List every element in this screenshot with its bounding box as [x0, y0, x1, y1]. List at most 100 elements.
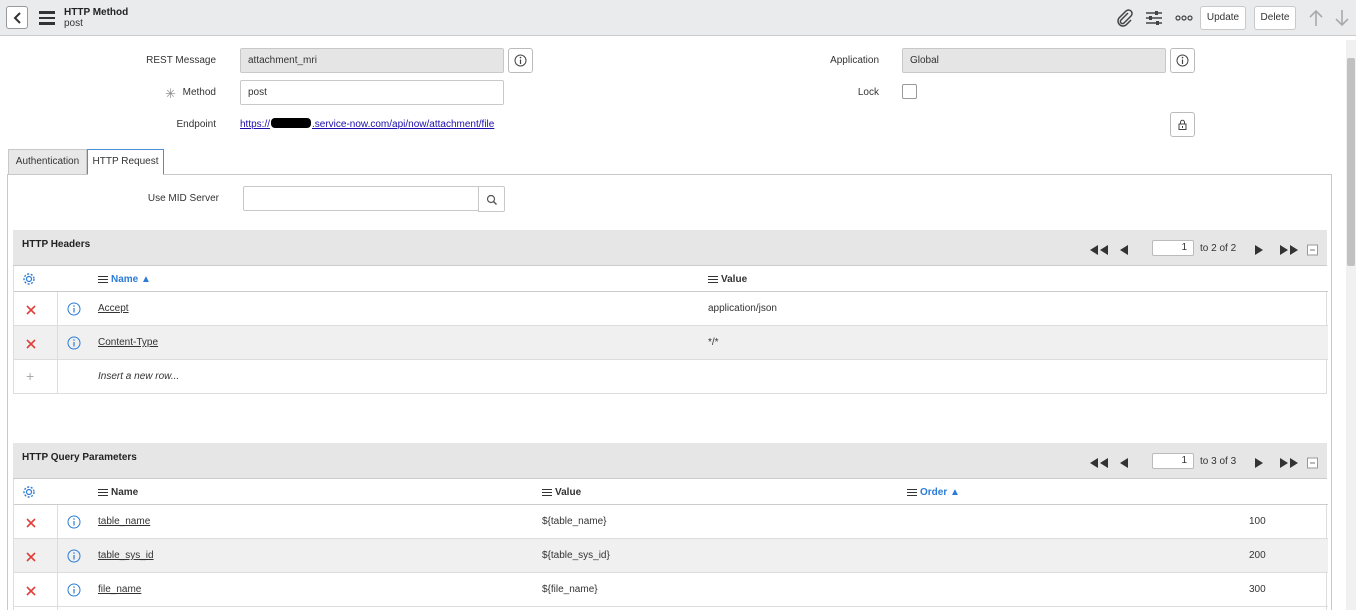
column-header-name[interactable]: Name: [98, 487, 138, 498]
section-title: HTTP Headers: [22, 239, 91, 250]
next-page-icon[interactable]: [1254, 243, 1264, 257]
mid-server-lookup-button[interactable]: [478, 186, 505, 212]
more-options-icon[interactable]: [1175, 15, 1193, 21]
lock-button[interactable]: [1170, 112, 1195, 137]
delete-row-icon[interactable]: [26, 339, 36, 349]
prev-page-icon[interactable]: [1119, 456, 1129, 470]
column-divider: [57, 292, 58, 393]
header-value[interactable]: */*: [708, 337, 719, 348]
table-row: file_name ${file_name} 300: [14, 573, 1328, 607]
column-menu-icon: [708, 274, 718, 285]
gear-icon[interactable]: [22, 272, 36, 286]
arrow-up-icon[interactable]: [1308, 9, 1324, 27]
last-page-icon[interactable]: [1279, 456, 1299, 470]
lock-label: Lock: [857, 87, 879, 98]
chevron-left-icon: [13, 12, 21, 24]
insert-row-text[interactable]: Insert a new row...: [98, 371, 179, 382]
lock-checkbox[interactable]: [902, 84, 917, 99]
page-input[interactable]: 1: [1152, 240, 1194, 256]
endpoint-prefix: https://: [240, 119, 271, 130]
application-field[interactable]: Global: [902, 48, 1166, 73]
table-row: Content-Type */*: [14, 326, 1328, 360]
header-name-link[interactable]: Content-Type: [98, 337, 158, 348]
back-button[interactable]: [6, 6, 28, 29]
http-query-params-table: Name Value Order ▲ table_name ${table_na…: [13, 479, 1328, 610]
column-header-value-label: Value: [721, 274, 748, 285]
rest-message-field[interactable]: attachment_mri: [240, 48, 504, 73]
method-field[interactable]: post: [240, 80, 504, 105]
delete-row-icon[interactable]: [26, 518, 36, 528]
form-header: HTTP Method post Update Delete: [0, 0, 1356, 36]
column-header-value-label: Value: [555, 487, 582, 498]
delete-row-icon[interactable]: [26, 586, 36, 596]
endpoint-suffix: .service-now.com/api/now/attachment/file: [312, 119, 495, 130]
endpoint-link[interactable]: https:// .service-now.com/api/now/attachm…: [240, 118, 494, 130]
context-menu-icon[interactable]: [39, 11, 55, 25]
param-value[interactable]: ${table_sys_id}: [542, 550, 610, 561]
info-icon[interactable]: [67, 302, 81, 316]
param-name-link[interactable]: table_sys_id: [98, 550, 154, 561]
info-icon[interactable]: [67, 336, 81, 350]
search-icon: [486, 194, 497, 205]
redacted-mask: [271, 118, 312, 128]
lock-icon: [1178, 119, 1187, 130]
table-header-row: Name Value Order ▲: [14, 479, 1328, 505]
next-page-icon[interactable]: [1254, 456, 1264, 470]
settings-sliders-icon[interactable]: [1145, 10, 1163, 26]
page-input[interactable]: 1: [1152, 453, 1194, 469]
mid-server-input[interactable]: [243, 186, 479, 211]
table-row: table_name ${table_name} 100: [14, 505, 1328, 539]
first-page-icon[interactable]: [1089, 456, 1109, 470]
gear-icon[interactable]: [22, 485, 36, 499]
info-icon[interactable]: [67, 549, 81, 563]
paperclip-icon[interactable]: [1116, 9, 1134, 27]
tab-http-request[interactable]: HTTP Request: [87, 149, 164, 175]
insert-row[interactable]: + Insert a new row...: [14, 360, 1328, 394]
param-value[interactable]: ${file_name}: [542, 584, 598, 595]
tab-authentication[interactable]: Authentication: [8, 149, 87, 174]
param-order[interactable]: 100: [1249, 516, 1266, 527]
info-icon[interactable]: [67, 515, 81, 529]
http-headers-section-header: HTTP Headers 1 to 2 of 2: [13, 230, 1327, 266]
pagination: 1 to 3 of 3: [1089, 453, 1319, 470]
rest-message-label: REST Message: [146, 55, 216, 66]
prev-page-icon[interactable]: [1119, 243, 1129, 257]
info-icon[interactable]: [67, 583, 81, 597]
header-value[interactable]: application/json: [708, 303, 777, 314]
param-order[interactable]: 300: [1249, 584, 1266, 595]
table-row: Accept application/json: [14, 292, 1328, 326]
delete-row-icon[interactable]: [26, 552, 36, 562]
param-name-link[interactable]: table_name: [98, 516, 150, 527]
page-subtitle: post: [64, 18, 83, 29]
method-label: Method: [182, 87, 216, 98]
arrow-down-icon[interactable]: [1334, 9, 1350, 27]
info-icon: [1176, 54, 1189, 67]
collapse-icon[interactable]: [1307, 456, 1318, 470]
page-count: to 2 of 2: [1200, 243, 1237, 254]
param-order[interactable]: 200: [1249, 550, 1266, 561]
delete-button[interactable]: Delete: [1254, 6, 1296, 30]
first-page-icon[interactable]: [1089, 243, 1109, 257]
column-menu-icon: [907, 487, 917, 498]
update-button[interactable]: Update: [1200, 6, 1246, 30]
column-menu-icon: [98, 487, 108, 498]
column-header-value[interactable]: Value: [542, 487, 581, 498]
scrollbar-thumb[interactable]: [1347, 58, 1355, 266]
column-header-order[interactable]: Order ▲: [907, 487, 960, 498]
column-header-order-label: Order ▲: [920, 487, 960, 498]
collapse-icon[interactable]: [1307, 243, 1318, 257]
pagination: 1 to 2 of 2: [1089, 240, 1319, 257]
column-menu-icon: [98, 274, 108, 285]
column-header-value[interactable]: Value: [708, 274, 747, 285]
column-header-name[interactable]: Name ▲: [98, 274, 151, 285]
delete-row-icon[interactable]: [26, 305, 36, 315]
info-icon: [514, 54, 527, 67]
column-header-name-label: Name ▲: [111, 274, 151, 285]
rest-message-info-button[interactable]: [508, 48, 533, 73]
header-name-link[interactable]: Accept: [98, 303, 129, 314]
param-value[interactable]: ${table_name}: [542, 516, 607, 527]
last-page-icon[interactable]: [1279, 243, 1299, 257]
add-icon: +: [26, 368, 35, 384]
param-name-link[interactable]: file_name: [98, 584, 141, 595]
application-info-button[interactable]: [1170, 48, 1195, 73]
